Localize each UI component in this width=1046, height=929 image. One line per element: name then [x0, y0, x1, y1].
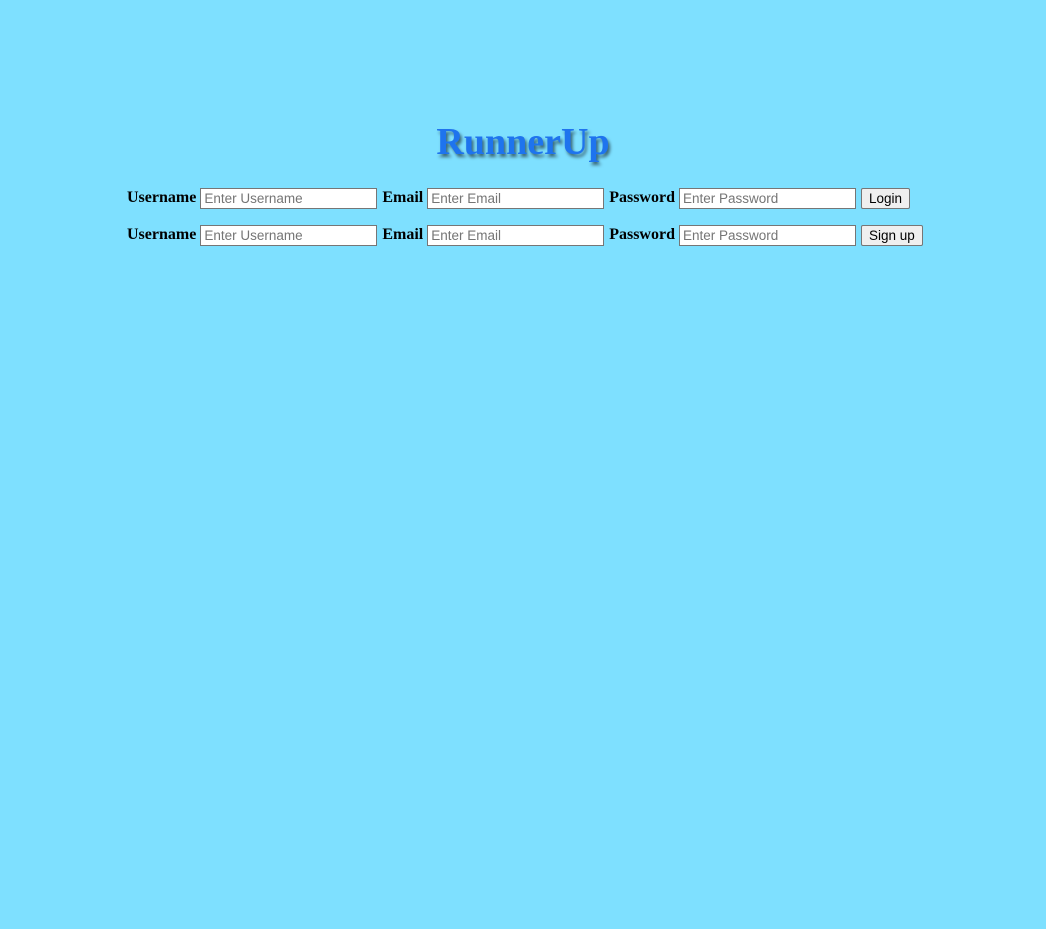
login-password-input[interactable]	[678, 187, 856, 209]
login-button[interactable]: Login	[860, 187, 911, 209]
signup-username-label: Username	[127, 226, 197, 243]
signup-password-label: Password	[609, 226, 675, 243]
signup-password-input[interactable]	[678, 224, 856, 246]
signup-form: Username Email Password Sign up	[127, 224, 923, 246]
page: RunnerUp Username Email Password Login U…	[0, 0, 1046, 929]
login-username-input[interactable]	[200, 187, 378, 209]
signup-email-input[interactable]	[427, 224, 605, 246]
login-username-label: Username	[127, 189, 197, 206]
signup-button[interactable]: Sign up	[860, 224, 923, 246]
page-title: RunnerUp	[436, 121, 610, 163]
login-email-input[interactable]	[427, 187, 605, 209]
login-email-label: Email	[382, 189, 424, 206]
login-password-label: Password	[609, 189, 675, 206]
signup-username-input[interactable]	[200, 224, 378, 246]
login-form: Username Email Password Login	[127, 187, 911, 209]
signup-email-label: Email	[382, 226, 424, 243]
